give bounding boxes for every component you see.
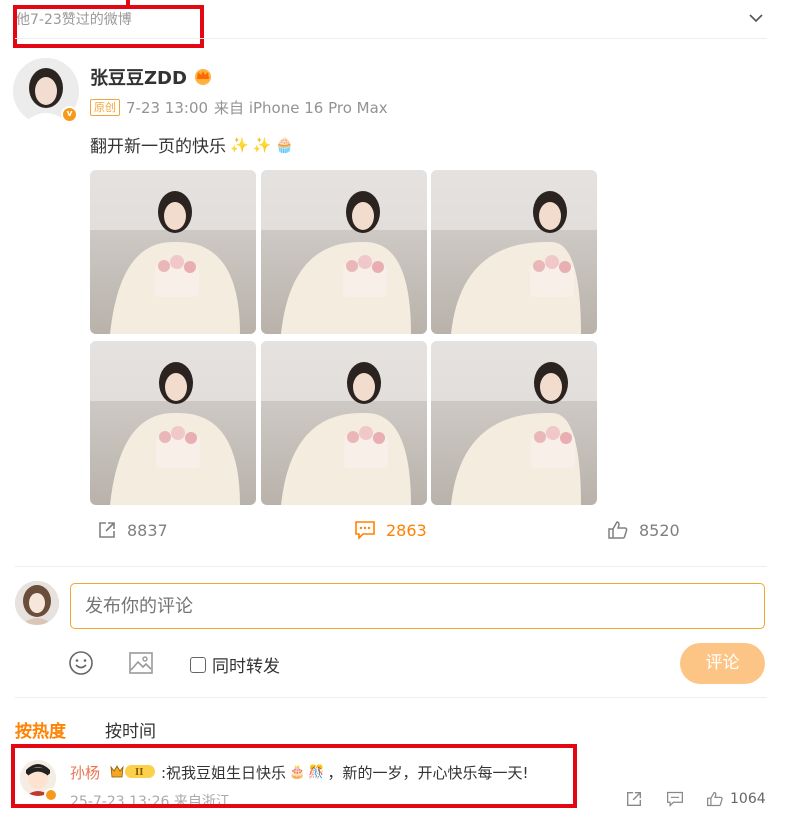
tab-sort-time[interactable]: 按时间	[105, 717, 156, 742]
divider	[15, 697, 767, 698]
thumbs-up-icon	[608, 521, 628, 539]
repost-icon	[99, 522, 115, 538]
highlight-box-comment	[11, 744, 577, 808]
tab-sort-hot[interactable]: 按热度	[15, 717, 66, 742]
repost-count: 8837	[127, 520, 168, 540]
highlight-box-header	[13, 5, 204, 48]
verified-badge-icon: v	[61, 106, 78, 123]
comment-input[interactable]	[70, 583, 765, 629]
post-text: 翻开新一页的快乐 ✨ ✨ 🧁	[90, 132, 295, 158]
comment-icon	[355, 521, 375, 540]
chevron-down-icon[interactable]	[748, 10, 764, 26]
original-tag: 原创	[90, 99, 120, 116]
author-name[interactable]: 张豆豆ZDD	[90, 64, 187, 90]
post-photo-2[interactable]	[261, 170, 427, 334]
post-photo-1[interactable]	[90, 170, 256, 334]
post-photo-4[interactable]	[90, 341, 256, 505]
like-button[interactable]: 8520	[607, 520, 680, 540]
cupcake-emoji: 🧁	[275, 135, 295, 154]
sparkles-emoji-1: ✨	[230, 135, 249, 154]
post-time[interactable]: 7-23 13:00	[126, 99, 208, 117]
image-icon[interactable]	[128, 650, 154, 676]
post-photo-3[interactable]	[431, 170, 597, 334]
divider	[15, 566, 767, 567]
submit-comment-button[interactable]: 评论	[680, 643, 765, 684]
repost-checkbox[interactable]	[190, 656, 206, 673]
comment-count: 2863	[386, 520, 427, 540]
post-source: 来自 iPhone 16 Pro Max	[214, 99, 388, 117]
emoji-icon[interactable]	[68, 650, 94, 676]
comment-repost-icon[interactable]	[625, 790, 643, 808]
like-count: 8520	[639, 520, 680, 540]
my-avatar[interactable]	[15, 581, 59, 625]
comment-like-button[interactable]: 1064	[706, 790, 766, 808]
divider	[15, 38, 767, 39]
repost-button[interactable]: 8837	[97, 520, 168, 540]
post-meta: 原创 7-23 13:00 来自 iPhone 16 Pro Max	[90, 97, 388, 118]
post-photo-5[interactable]	[261, 341, 427, 505]
crown-icon	[195, 69, 211, 85]
comment-like-count: 1064	[730, 791, 766, 807]
sparkles-emoji-2: ✨	[252, 135, 272, 154]
repost-option-label: 同时转发	[212, 657, 280, 677]
post-text-body: 翻开新一页的快乐	[90, 137, 226, 157]
repost-option[interactable]: 同时转发	[190, 652, 280, 677]
comment-reply-icon[interactable]	[666, 790, 684, 808]
thumbs-up-icon	[707, 791, 723, 807]
comment-button[interactable]: 2863	[354, 520, 427, 540]
post-photo-6[interactable]	[431, 341, 597, 505]
